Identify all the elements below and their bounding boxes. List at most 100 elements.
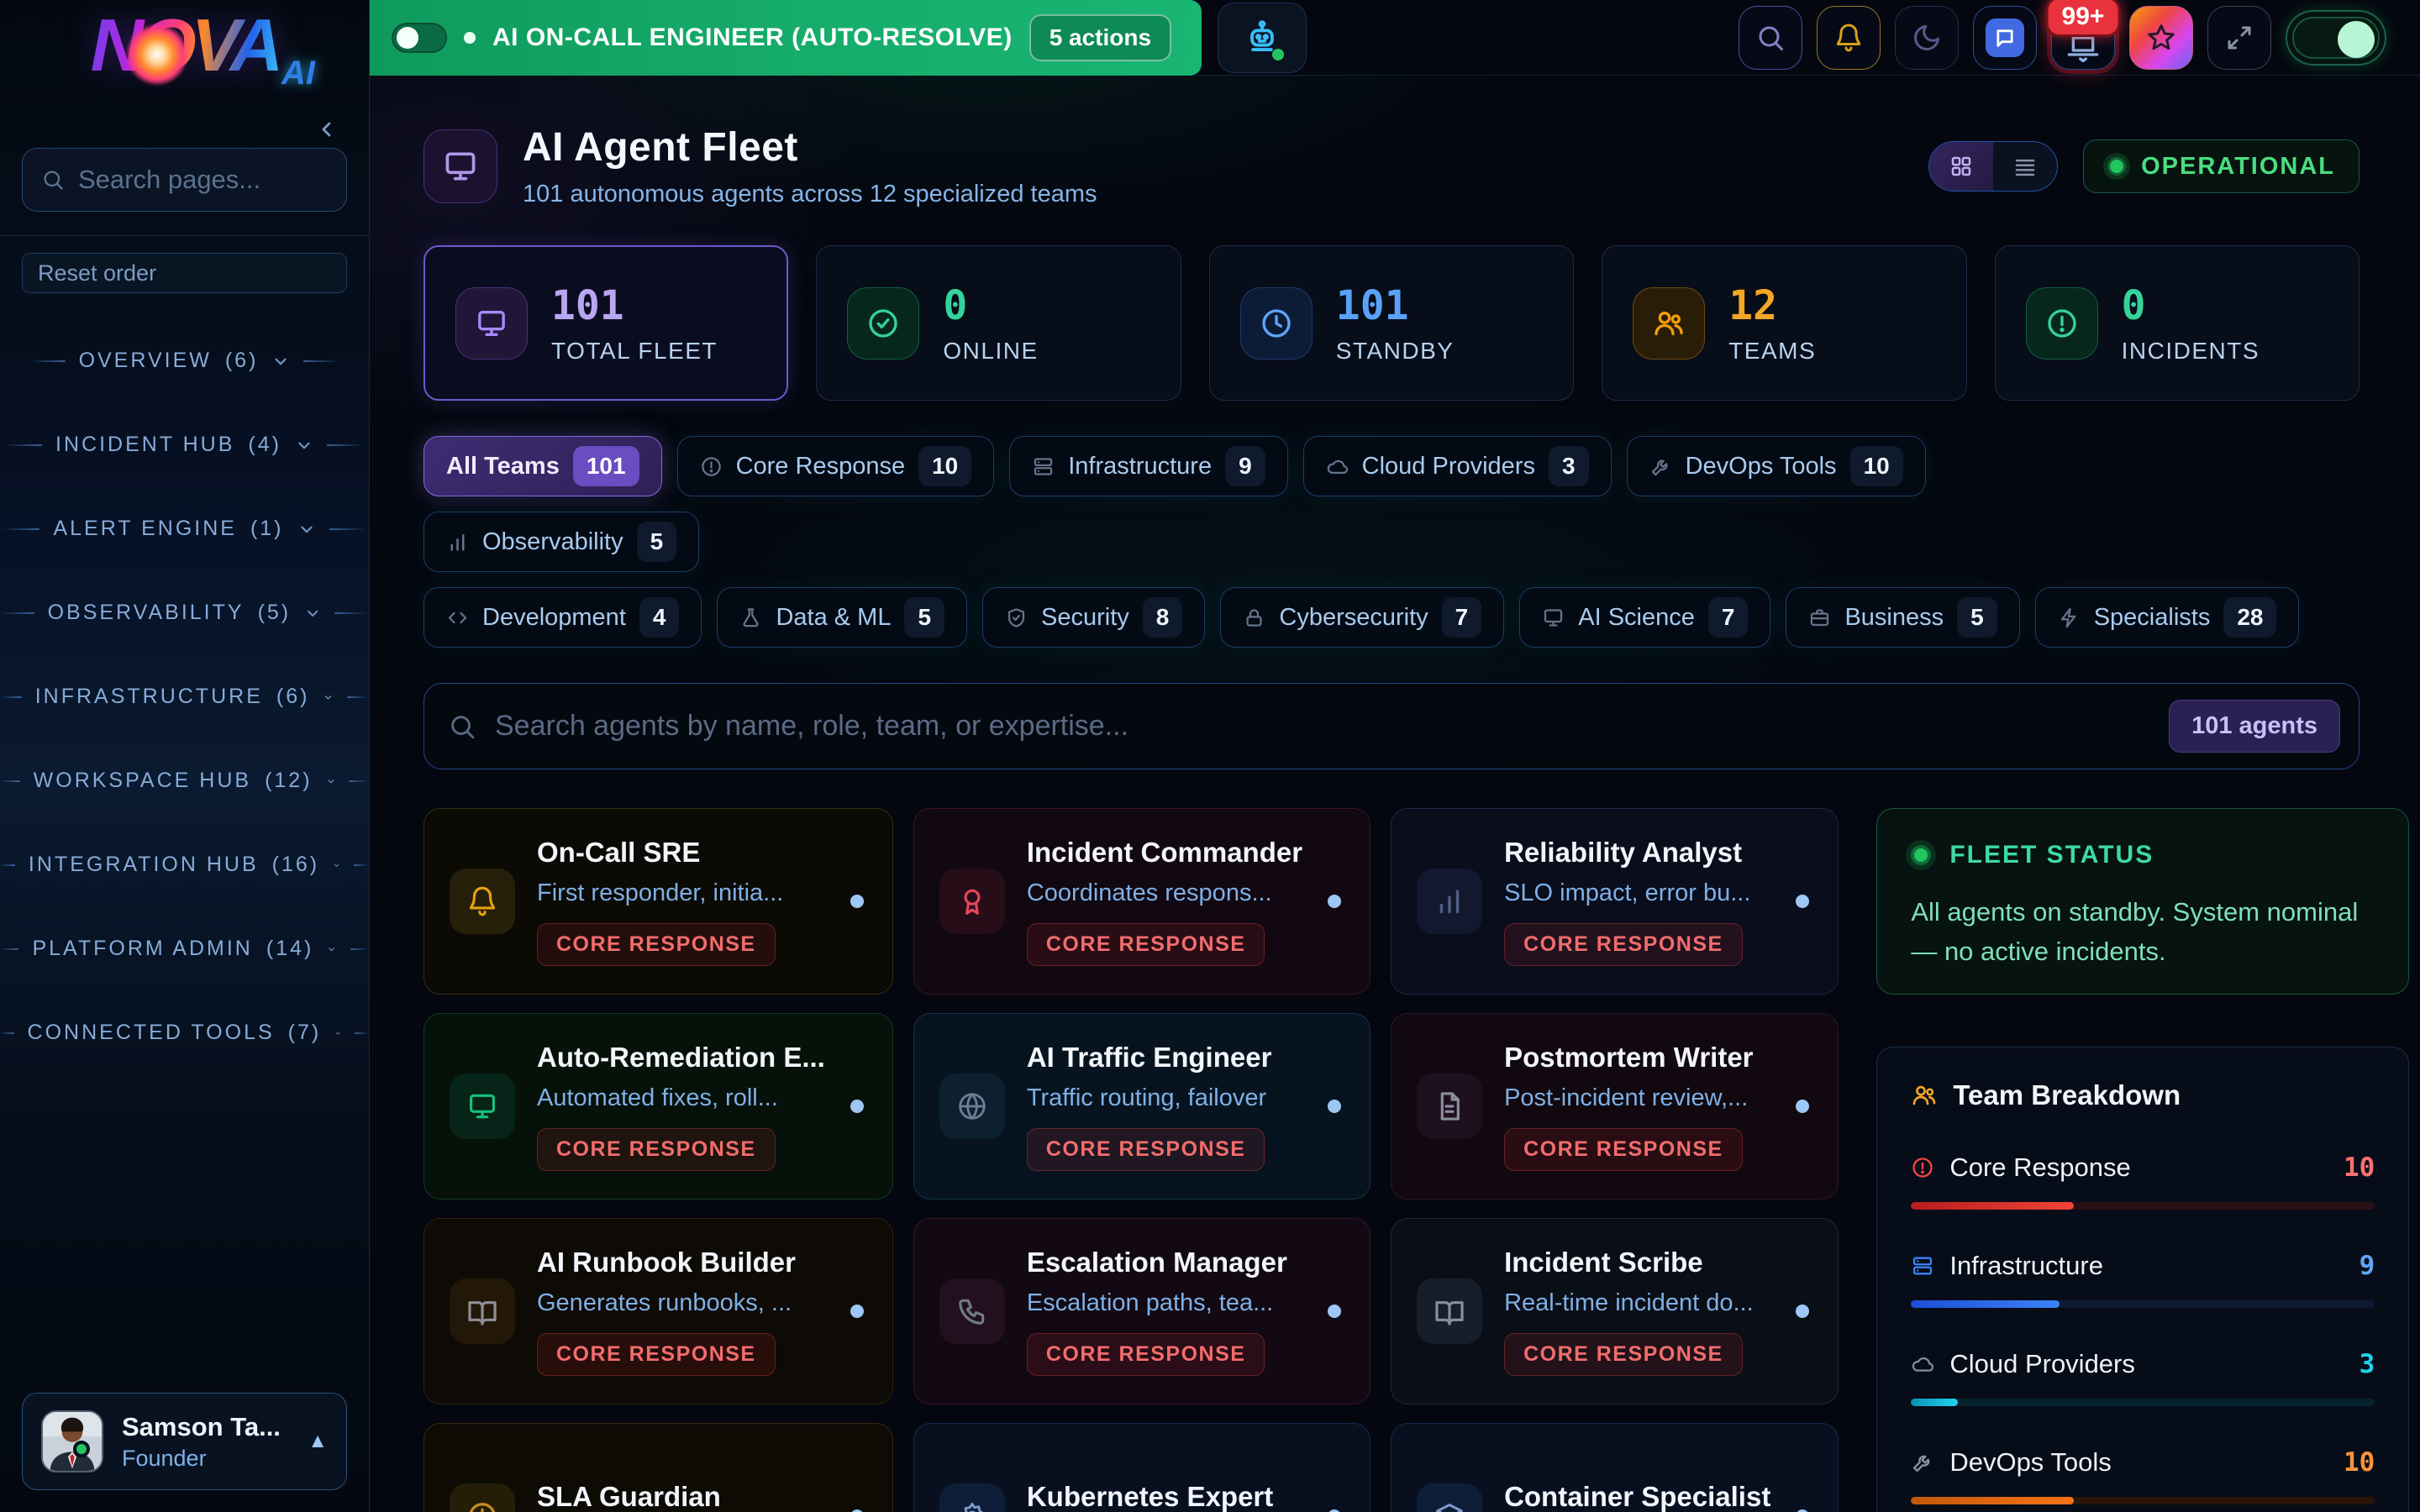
operational-status-badge[interactable]: OPERATIONAL	[2083, 139, 2360, 193]
user-name: Samson Ta...	[122, 1412, 281, 1442]
filter-data-ml[interactable]: Data & ML5	[717, 587, 967, 648]
filter-security[interactable]: Security8	[982, 587, 1205, 648]
file-text-icon	[1417, 1074, 1482, 1139]
sidebar-item-infrastructure[interactable]: INFRASTRUCTURE(6)	[0, 685, 369, 709]
grid-icon	[1949, 154, 1974, 179]
chevron-down-icon	[297, 520, 316, 538]
sidebar-item-overview[interactable]: OVERVIEW(6)	[0, 349, 369, 373]
chevron-left-icon	[315, 118, 339, 141]
fleet-monitor-icon	[424, 129, 497, 203]
status-dot	[2107, 157, 2126, 176]
status-dot	[1328, 895, 1341, 908]
sidebar-search-input[interactable]	[78, 165, 328, 195]
grid-view-button[interactable]	[1929, 142, 1993, 191]
device-notifications-button[interactable]: 99+	[2051, 6, 2115, 70]
agent-card-reliability-analyst[interactable]: Reliability AnalystSLO impact, error bu.…	[1391, 808, 1839, 995]
notifications-button[interactable]	[1817, 6, 1881, 70]
breakdown-row-core-response[interactable]: Core Response10	[1911, 1152, 2375, 1210]
agent-card-ai-traffic-engineer[interactable]: AI Traffic EngineerTraffic routing, fail…	[913, 1013, 1370, 1200]
server-icon	[1911, 1254, 1934, 1278]
user-profile[interactable]: Samson Ta... Founder ▲	[22, 1393, 347, 1490]
stat-online[interactable]: 0ONLINE	[816, 245, 1181, 401]
oncall-toggle[interactable]	[392, 23, 447, 53]
search-icon	[1755, 23, 1786, 53]
flask-icon	[739, 606, 762, 629]
logo-starburst-icon	[126, 24, 188, 86]
power-toggle[interactable]	[2286, 10, 2386, 66]
agents-count-badge: 101 agents	[2169, 700, 2340, 753]
agent-card-escalation-manager[interactable]: Escalation ManagerEscalation paths, tea.…	[913, 1218, 1370, 1404]
sidebar-item-platform-admin[interactable]: PLATFORM ADMIN(14)	[0, 937, 369, 961]
sidebar-item-incident-hub[interactable]: INCIDENT HUB(4)	[0, 433, 369, 457]
filter-cybersecurity[interactable]: Cybersecurity7	[1220, 587, 1504, 648]
filter-observability[interactable]: Observability5	[424, 512, 699, 572]
sidebar-item-observability[interactable]: OBSERVABILITY(5)	[0, 601, 369, 625]
sidebar-search[interactable]	[22, 148, 347, 212]
team-filter-row-2: Development4 Data & ML5 Security8 Cybers…	[424, 587, 2306, 648]
alert-circle-icon	[1911, 1156, 1934, 1179]
lock-icon	[1243, 606, 1265, 629]
agent-card-incident-scribe[interactable]: Incident ScribeReal-time incident do...C…	[1391, 1218, 1839, 1404]
agent-card-postmortem-writer[interactable]: Postmortem WriterPost-incident review,..…	[1391, 1013, 1839, 1200]
breakdown-row-devops-tools[interactable]: DevOps Tools10	[1911, 1447, 2375, 1504]
agent-card-ai-runbook-builder[interactable]: AI Runbook BuilderGenerates runbooks, ..…	[424, 1218, 893, 1404]
filter-cloud-providers[interactable]: Cloud Providers3	[1303, 436, 1612, 496]
stat-teams[interactable]: 12TEAMS	[1602, 245, 1966, 401]
cloud-icon	[1326, 455, 1349, 478]
agent-card-auto-remediation[interactable]: Auto-Remediation E...Automated fixes, ro…	[424, 1013, 893, 1200]
profile-expand-caret[interactable]: ▲	[308, 1430, 328, 1453]
actions-count-badge[interactable]: 5 actions	[1029, 14, 1171, 61]
filter-devops-tools[interactable]: DevOps Tools10	[1627, 436, 1926, 496]
agent-card-sla-guardian[interactable]: SLA GuardianSLA tracking, breach ...	[424, 1423, 893, 1512]
fullscreen-button[interactable]	[2207, 6, 2271, 70]
topbar-actions: 99+	[1739, 6, 2386, 70]
agent-search-input[interactable]	[495, 710, 2150, 743]
status-dot	[1796, 1100, 1809, 1113]
ai-assistant-button[interactable]	[1218, 3, 1307, 73]
filter-development[interactable]: Development4	[424, 587, 702, 648]
sidebar-collapse-button[interactable]	[315, 118, 339, 145]
chat-icon	[1986, 18, 2024, 57]
nova-ai-logo[interactable]: NOVA AI	[0, 0, 369, 99]
alert-circle-icon	[2026, 287, 2098, 360]
agent-card-kubernetes-expert[interactable]: Kubernetes ExpertK8s cluster manage...	[913, 1423, 1370, 1512]
agent-card-container-specialist[interactable]: Container SpecialistDocker runtime, cont…	[1391, 1423, 1839, 1512]
list-view-button[interactable]	[1993, 142, 2057, 191]
filter-infrastructure[interactable]: Infrastructure9	[1009, 436, 1287, 496]
status-dot	[850, 1100, 864, 1113]
wrench-icon	[1649, 455, 1672, 478]
filter-core-response[interactable]: Core Response10	[677, 436, 995, 496]
progress-fill	[1911, 1497, 2073, 1504]
stat-total-fleet[interactable]: 101TOTAL FLEET	[424, 245, 788, 401]
status-dot	[1796, 1305, 1809, 1318]
stat-incidents[interactable]: 0INCIDENTS	[1995, 245, 2360, 401]
chevron-down-icon	[271, 352, 290, 370]
agent-card-oncall-sre[interactable]: On-Call SREFirst responder, initia...COR…	[424, 808, 893, 995]
filter-ai-science[interactable]: AI Science7	[1519, 587, 1770, 648]
cloud-icon	[1911, 1352, 1934, 1376]
online-status-dot	[73, 1441, 90, 1457]
chevron-down-icon	[295, 436, 313, 454]
reset-order-button[interactable]: Reset order	[22, 253, 347, 293]
stat-standby[interactable]: 101STANDBY	[1209, 245, 1574, 401]
sidebar-item-workspace-hub[interactable]: WORKSPACE HUB(12)	[0, 769, 369, 793]
chevron-down-icon	[333, 856, 340, 874]
sidebar-item-connected-tools[interactable]: CONNECTED TOOLS(7)	[0, 1021, 369, 1045]
sidebar-item-alert-engine[interactable]: ALERT ENGINE(1)	[0, 517, 369, 541]
global-search-button[interactable]	[1739, 6, 1802, 70]
sidebar-item-integration-hub[interactable]: INTEGRATION HUB(16)	[0, 853, 369, 877]
filter-business[interactable]: Business5	[1786, 587, 2019, 648]
breakdown-row-cloud-providers[interactable]: Cloud Providers3	[1911, 1349, 2375, 1406]
users-icon	[1633, 287, 1705, 360]
filter-specialists[interactable]: Specialists28	[2035, 587, 2300, 648]
breakdown-row-infrastructure[interactable]: Infrastructure9	[1911, 1251, 2375, 1308]
sidebar-divider	[0, 235, 369, 236]
filter-all-teams[interactable]: All Teams101	[424, 436, 662, 496]
chat-button[interactable]	[1973, 6, 2037, 70]
search-icon	[448, 712, 476, 741]
agent-search-bar[interactable]: 101 agents	[424, 683, 2360, 769]
favorites-button[interactable]	[2129, 6, 2193, 70]
agent-card-incident-commander[interactable]: Incident CommanderCoordinates respons...…	[913, 808, 1370, 995]
theme-toggle-button[interactable]	[1895, 6, 1959, 70]
box-icon	[1417, 1483, 1482, 1512]
